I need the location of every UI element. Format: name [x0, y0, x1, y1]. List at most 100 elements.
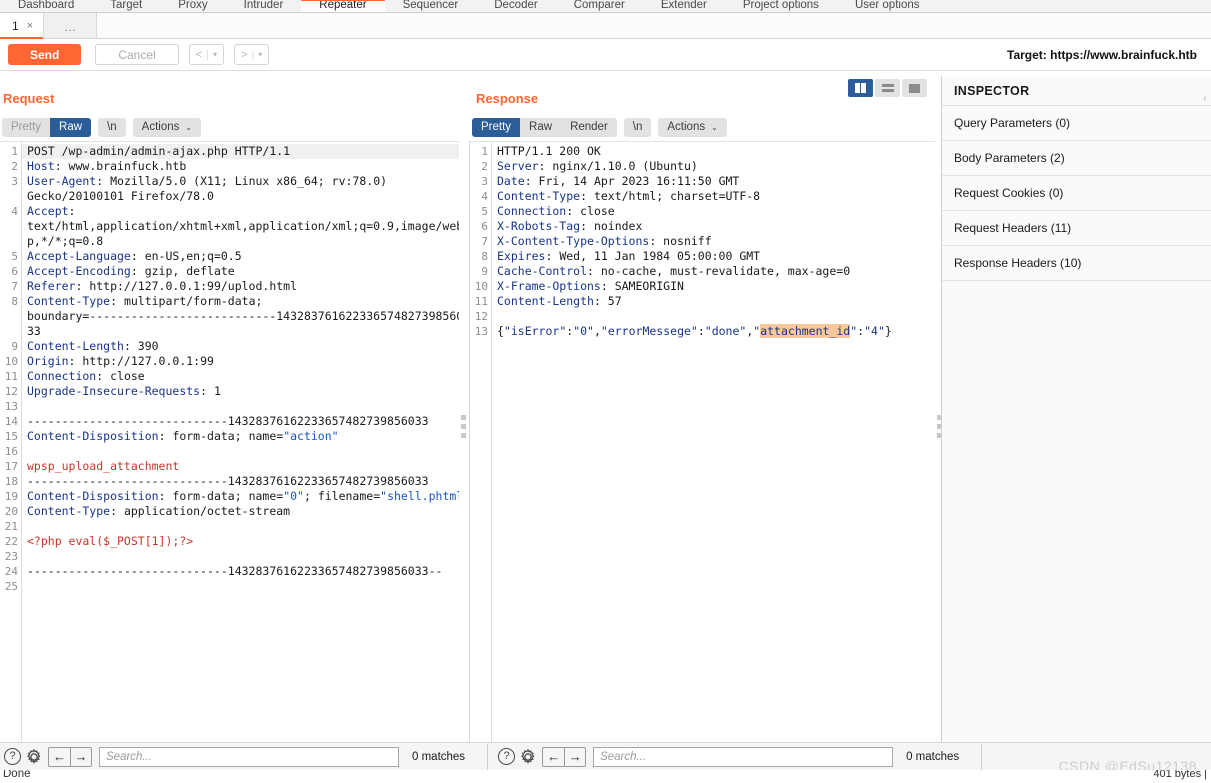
- request-code-line: boundary=---------------------------1432…: [27, 309, 459, 324]
- response-actions-button[interactable]: Actions ⌄: [658, 118, 727, 137]
- response-code-line: [497, 309, 935, 324]
- main-tab-sequencer[interactable]: Sequencer: [385, 0, 477, 12]
- main-tab-target[interactable]: Target: [92, 0, 160, 12]
- response-code-token: : noindex: [580, 219, 643, 233]
- help-icon[interactable]: ?: [498, 748, 516, 765]
- request-code-token: Content-Disposition: [27, 489, 159, 503]
- chevron-down-icon: ▾: [258, 50, 263, 59]
- gear-icon[interactable]: [25, 748, 43, 766]
- response-mode-render[interactable]: Render: [561, 118, 617, 137]
- request-code-token: -----------------------------14328376162…: [27, 414, 429, 428]
- request-code-token: : 390: [123, 339, 159, 353]
- inspector-row-request-headers[interactable]: Request Headers (11): [942, 211, 1211, 246]
- inspector-row-body-parameters[interactable]: Body Parameters (2): [942, 141, 1211, 176]
- close-icon[interactable]: ×: [27, 20, 33, 32]
- response-code-token: : 57: [593, 294, 622, 308]
- request-code-line: Upgrade-Insecure-Requests: 1: [27, 384, 459, 399]
- history-back-button[interactable]: < | ▾: [188, 44, 225, 65]
- request-view-mode-group: Pretty Raw: [2, 118, 92, 137]
- response-newline-toggle[interactable]: \n: [623, 118, 652, 137]
- request-editor[interactable]: 1 2 3 4 5 6 7 8 9 10 11 12 13 14 15 16 17 18 19 20 21 22 23 24 2…: [0, 141, 459, 742]
- split-horizontal-icon[interactable]: [875, 79, 900, 97]
- request-code-token: Content-Length: [27, 339, 124, 353]
- request-code-token: : Mozilla/5.0 (X11; Linux x86_64; rv:78.…: [96, 174, 388, 188]
- search-prev-button[interactable]: ←: [542, 746, 565, 767]
- main-tab-intruder[interactable]: Intruder: [226, 0, 302, 12]
- response-code-token: : Wed, 11 Jan 1984 05:00:00 GMT: [545, 249, 761, 263]
- response-line-number: 10: [474, 280, 488, 293]
- request-code-token: Host: [27, 159, 55, 173]
- main-tab-project-options[interactable]: Project options: [725, 0, 837, 12]
- main-tab-user-options[interactable]: User options: [837, 0, 938, 12]
- burp-repeater-window: Dashboard Target Proxy Intruder Repeater Sequ…: [0, 0, 1211, 783]
- main-tab-dashboard[interactable]: Dashboard: [0, 0, 92, 12]
- main-tab-label: Decoder: [494, 0, 538, 11]
- response-code-token: : nosniff: [649, 234, 712, 248]
- split-vertical-icon[interactable]: [848, 79, 873, 97]
- request-code-token: boundary=---------------------------1432…: [27, 309, 459, 323]
- main-tab-extender[interactable]: Extender: [643, 0, 725, 12]
- inspector-row-query-parameters[interactable]: Query Parameters (0): [942, 106, 1211, 141]
- single-pane-icon[interactable]: [902, 79, 927, 97]
- response-search-input[interactable]: Search...: [593, 746, 894, 767]
- request-newline-toggle[interactable]: \n: [98, 118, 126, 137]
- new-repeater-tab-button[interactable]: …: [44, 13, 98, 38]
- main-tab-label: Dashboard: [18, 0, 75, 11]
- send-button[interactable]: Send: [8, 44, 82, 65]
- request-drag-handle[interactable]: [459, 415, 468, 438]
- request-actions-button[interactable]: Actions ⌄: [132, 118, 202, 137]
- request-search-input[interactable]: Search...: [99, 746, 399, 767]
- response-code-token: "4": [864, 324, 885, 338]
- request-line-number: 6: [11, 265, 18, 278]
- request-line-number: 23: [4, 550, 18, 563]
- response-mode-raw[interactable]: Raw: [520, 118, 561, 137]
- response-code-token: X-Robots-Tag: [497, 219, 581, 233]
- inspector-title-label: INSPECTOR: [954, 84, 1030, 98]
- main-tab-label: Target: [110, 0, 143, 11]
- response-body-text[interactable]: HTTP/1.1 200 OK Server: nginx/1.10.0 (Ubu…: [492, 142, 935, 742]
- response-code-token: : SAMEORIGIN: [600, 279, 684, 293]
- request-code-token: : http://127.0.0.1:99/uplod.html: [75, 279, 298, 293]
- response-editor[interactable]: 1 2 3 4 5 6 7 8 9 10 11 12 13 HTTP/1.1 200 OK Server:…: [470, 141, 935, 742]
- response-code-token: Cache-Control: [497, 264, 588, 278]
- response-line-number: 2: [481, 160, 488, 173]
- request-code-token: : gzip, deflate: [130, 264, 235, 278]
- request-code-token: "action": [283, 429, 339, 443]
- request-line-number: 1: [11, 145, 18, 158]
- history-forward-button[interactable]: > | ▾: [234, 44, 270, 65]
- main-tab-repeater[interactable]: Repeater: [301, 0, 385, 12]
- request-line-number: 21: [4, 520, 18, 533]
- gear-icon[interactable]: [519, 748, 537, 766]
- status-right-text: 401 bytes |: [1153, 770, 1207, 780]
- response-code-token: X-Frame-Options: [497, 279, 601, 293]
- collapse-icon[interactable]: ‹: [1203, 84, 1207, 114]
- repeater-tab-1[interactable]: 1 ×: [0, 13, 45, 39]
- request-mode-pretty[interactable]: Pretty: [2, 118, 50, 137]
- cancel-button[interactable]: Cancel: [95, 44, 179, 65]
- response-code-line: X-Robots-Tag: noindex: [497, 219, 935, 234]
- response-line-numbers: 1 2 3 4 5 6 7 8 9 10 11 12 13: [470, 142, 492, 742]
- request-code-token: : close: [96, 369, 145, 383]
- search-next-button[interactable]: →: [70, 746, 92, 767]
- response-code-line: Connection: close: [497, 204, 935, 219]
- request-line-number: 19: [4, 490, 18, 503]
- search-prev-button[interactable]: ←: [48, 746, 70, 767]
- help-icon[interactable]: ?: [4, 748, 21, 765]
- search-next-button[interactable]: →: [564, 746, 587, 767]
- main-tab-comparer[interactable]: Comparer: [556, 0, 643, 12]
- main-tab-decoder[interactable]: Decoder: [476, 0, 555, 12]
- request-match-count: 0 matches: [412, 750, 466, 763]
- request-line-number: 7: [11, 280, 18, 293]
- request-line-number: 3: [11, 175, 18, 188]
- inspector-row-response-headers[interactable]: Response Headers (10): [942, 246, 1211, 281]
- response-mode-pretty[interactable]: Pretty: [472, 118, 521, 137]
- chevron-down-icon: ⌄: [711, 123, 718, 132]
- inspector-row-label: Body Parameters (2): [954, 151, 1065, 165]
- inspector-row-request-cookies[interactable]: Request Cookies (0): [942, 176, 1211, 211]
- main-tab-proxy[interactable]: Proxy: [160, 0, 225, 12]
- response-view-mode-group: Pretty Raw Render: [472, 118, 617, 137]
- request-mode-raw[interactable]: Raw: [50, 118, 92, 137]
- request-body-text[interactable]: POST /wp-admin/admin-ajax.php HTTP/1.1 Ho…: [22, 142, 459, 742]
- response-code-token: "errorMessege": [600, 324, 698, 338]
- request-code-line: wpsp_upload_attachment: [27, 459, 459, 474]
